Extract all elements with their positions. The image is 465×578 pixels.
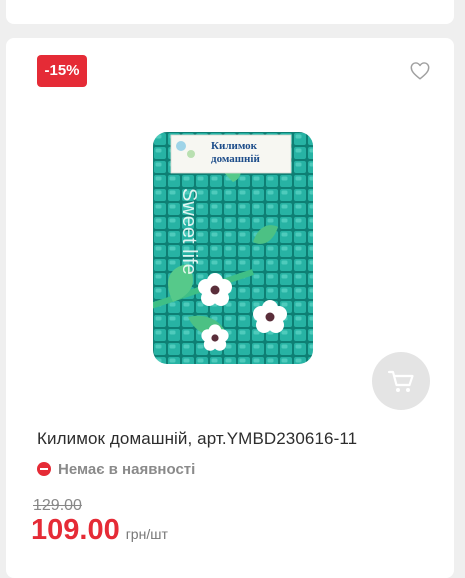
product-card[interactable]: -15% Sweet life Килимок домашній Килимок… [6, 38, 454, 578]
product-image[interactable]: Sweet life Килимок домашній [153, 132, 313, 364]
minus-circle-icon [37, 462, 51, 476]
heart-outline-icon [410, 62, 430, 80]
previous-product-card [6, 0, 454, 24]
add-to-cart-button[interactable] [372, 352, 430, 410]
stock-status-text: Немає в наявності [58, 460, 196, 478]
favorite-button[interactable] [409, 60, 431, 82]
current-price: 109.00 [31, 514, 120, 546]
shopping-cart-icon [387, 370, 414, 392]
stock-status: Немає в наявності [37, 459, 195, 479]
product-title[interactable]: Килимок домашній, арт.YMBD230616-11 [37, 429, 357, 449]
mat-label-line1: Килимок [211, 140, 258, 152]
mat-brand-text: Sweet life [178, 188, 200, 275]
price-row: 109.00 грн/шт [31, 514, 168, 547]
discount-badge: -15% [37, 55, 87, 87]
mat-label-line2: домашній [211, 153, 260, 165]
old-price: 129.00 [33, 497, 82, 514]
price-unit: грн/шт [125, 526, 168, 542]
